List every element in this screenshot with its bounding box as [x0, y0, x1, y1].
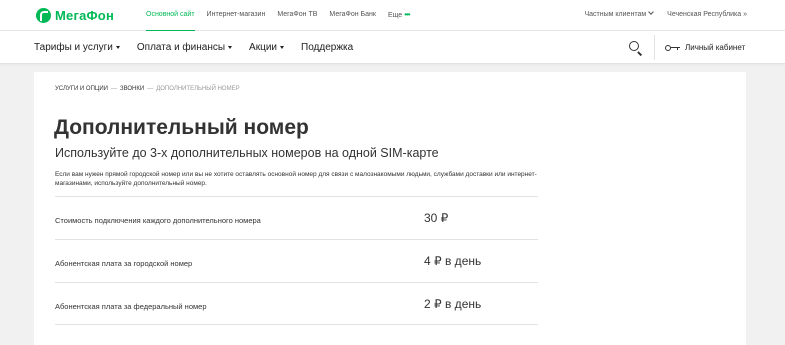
price-value: 4 ₽ в день — [424, 254, 482, 268]
top-link-more[interactable]: Еще ••• — [387, 0, 411, 31]
nav-item-label: Тарифы и услуги — [34, 42, 113, 53]
price-row: Абонентская плата за городской номер 4 ₽… — [55, 239, 538, 282]
top-link-shop[interactable]: Интернет-магазин — [207, 0, 266, 31]
breadcrumb-current: Дополнительный номер — [156, 86, 240, 92]
price-list: Стоимость подключения каждого дополнител… — [55, 196, 538, 325]
breadcrumb-item-calls[interactable]: Звонки — [120, 86, 144, 92]
client-type-label: Частным клиентам — [584, 11, 647, 18]
nav-item-label: Поддержка — [301, 42, 354, 53]
price-value: 2 ₽ в день — [424, 297, 482, 311]
nav-item-support[interactable]: Поддержка — [301, 42, 353, 53]
content-card: Услуги и опции — Звонки — Дополнительный ном… — [34, 72, 746, 345]
personal-cabinet-button[interactable]: Личный кабинет — [665, 31, 745, 64]
top-bar: МегаФон Основной сайт Интернет-магазин М… — [0, 0, 785, 32]
client-type-selector[interactable]: Частным клиентам — [571, 9, 654, 18]
caret-down-icon — [228, 46, 233, 49]
logo-text: МегаФон — [55, 8, 114, 23]
caret-down-icon — [115, 46, 120, 49]
page-description: Если вам нужен прямой городской номер ил… — [55, 171, 537, 187]
price-label: Стоимость подключения каждого дополнител… — [55, 216, 261, 225]
top-link-bank[interactable]: МегаФон Банк — [329, 0, 376, 31]
key-icon — [665, 44, 680, 52]
page-subtitle: Используйте до 3-х дополнительных номеро… — [55, 146, 439, 160]
main-nav: Тарифы и услуги Оплата и финансы Акции П… — [0, 31, 785, 64]
breadcrumb: Услуги и опции — Звонки — Дополнительный ном… — [55, 86, 240, 92]
chevron-down-icon — [648, 9, 654, 15]
nav-item-payments[interactable]: Оплата и финансы — [136, 42, 233, 53]
price-value: 30 ₽ — [424, 211, 449, 225]
top-links: Основной сайт Интернет-магазин МегаФон Т… — [146, 0, 422, 32]
nav-item-promotions[interactable]: Акции — [249, 42, 284, 53]
megafon-logo-icon — [36, 8, 51, 23]
price-label: Абонентская плата за городской номер — [55, 259, 193, 268]
nav-item-label: Акции — [249, 42, 277, 53]
nav-divider — [654, 35, 655, 60]
nav-item-label: Оплата и финансы — [136, 42, 226, 53]
price-row: Абонентская плата за федеральный номер 2… — [55, 282, 538, 325]
breadcrumb-separator: — — [147, 86, 154, 92]
search-icon[interactable] — [628, 40, 644, 56]
top-link-tv[interactable]: МегаФон ТВ — [277, 0, 317, 31]
region-selector[interactable]: Чеченская Республика » — [667, 11, 747, 18]
nav-item-tariffs[interactable]: Тарифы и услуги — [34, 42, 120, 53]
more-dots-icon: ••• — [404, 10, 410, 19]
top-link-main-site[interactable]: Основной сайт — [146, 0, 195, 32]
megafon-logo[interactable]: МегаФон — [36, 7, 114, 24]
top-right: Частным клиентам Чеченская Республика » — [557, 0, 747, 29]
price-row: Стоимость подключения каждого дополнител… — [55, 196, 538, 239]
top-link-more-label: Еще — [387, 12, 403, 19]
nav-items: Тарифы и услуги Оплата и финансы Акции П… — [34, 31, 370, 64]
personal-cabinet-label: Личный кабинет — [685, 43, 746, 52]
caret-down-icon — [280, 46, 284, 49]
price-label: Абонентская плата за федеральный номер — [55, 302, 207, 311]
breadcrumb-separator: — — [110, 86, 117, 92]
page-title: Дополнительный номер — [54, 116, 309, 139]
breadcrumb-item-services[interactable]: Услуги и опции — [55, 86, 108, 92]
